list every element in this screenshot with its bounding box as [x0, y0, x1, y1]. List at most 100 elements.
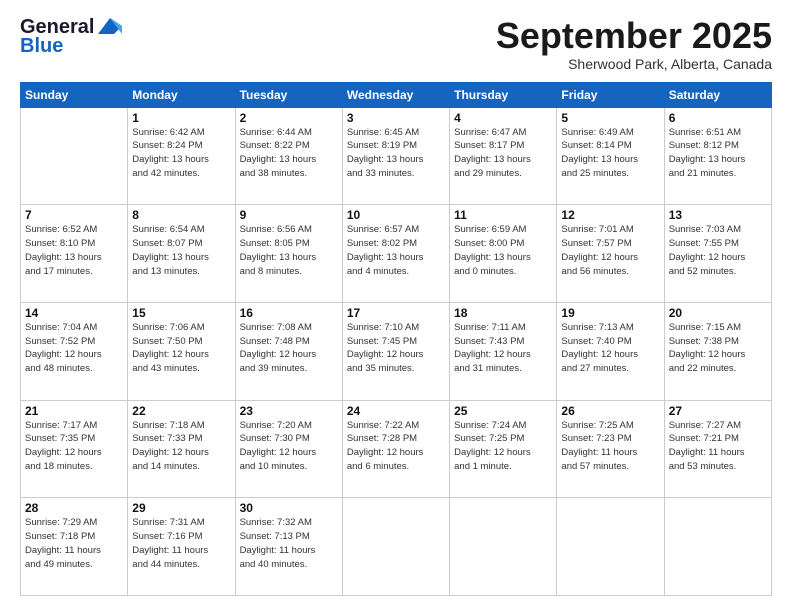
day-number: 10 [347, 208, 445, 222]
day-info: Sunrise: 7:15 AM Sunset: 7:38 PM Dayligh… [669, 321, 767, 376]
header-row: Sunday Monday Tuesday Wednesday Thursday… [21, 82, 772, 107]
day-cell: 24Sunrise: 7:22 AM Sunset: 7:28 PM Dayli… [342, 400, 449, 498]
col-monday: Monday [128, 82, 235, 107]
day-cell: 12Sunrise: 7:01 AM Sunset: 7:57 PM Dayli… [557, 205, 664, 303]
day-cell: 7Sunrise: 6:52 AM Sunset: 8:10 PM Daylig… [21, 205, 128, 303]
day-number: 29 [132, 501, 230, 515]
day-cell: 18Sunrise: 7:11 AM Sunset: 7:43 PM Dayli… [450, 302, 557, 400]
day-info: Sunrise: 7:11 AM Sunset: 7:43 PM Dayligh… [454, 321, 552, 376]
day-info: Sunrise: 7:03 AM Sunset: 7:55 PM Dayligh… [669, 223, 767, 278]
title-block: September 2025 Sherwood Park, Alberta, C… [496, 16, 772, 72]
day-cell: 19Sunrise: 7:13 AM Sunset: 7:40 PM Dayli… [557, 302, 664, 400]
day-info: Sunrise: 6:49 AM Sunset: 8:14 PM Dayligh… [561, 126, 659, 181]
day-cell: 15Sunrise: 7:06 AM Sunset: 7:50 PM Dayli… [128, 302, 235, 400]
col-thursday: Thursday [450, 82, 557, 107]
day-cell: 10Sunrise: 6:57 AM Sunset: 8:02 PM Dayli… [342, 205, 449, 303]
day-info: Sunrise: 6:42 AM Sunset: 8:24 PM Dayligh… [132, 126, 230, 181]
day-number: 23 [240, 404, 338, 418]
day-number: 19 [561, 306, 659, 320]
day-cell [342, 498, 449, 596]
day-cell [557, 498, 664, 596]
week-row-3: 14Sunrise: 7:04 AM Sunset: 7:52 PM Dayli… [21, 302, 772, 400]
day-cell: 16Sunrise: 7:08 AM Sunset: 7:48 PM Dayli… [235, 302, 342, 400]
day-number: 27 [669, 404, 767, 418]
col-sunday: Sunday [21, 82, 128, 107]
day-number: 13 [669, 208, 767, 222]
day-info: Sunrise: 7:25 AM Sunset: 7:23 PM Dayligh… [561, 419, 659, 474]
day-cell: 9Sunrise: 6:56 AM Sunset: 8:05 PM Daylig… [235, 205, 342, 303]
day-number: 1 [132, 111, 230, 125]
day-cell: 5Sunrise: 6:49 AM Sunset: 8:14 PM Daylig… [557, 107, 664, 205]
day-cell: 3Sunrise: 6:45 AM Sunset: 8:19 PM Daylig… [342, 107, 449, 205]
day-info: Sunrise: 6:47 AM Sunset: 8:17 PM Dayligh… [454, 126, 552, 181]
day-cell: 26Sunrise: 7:25 AM Sunset: 7:23 PM Dayli… [557, 400, 664, 498]
day-cell: 6Sunrise: 6:51 AM Sunset: 8:12 PM Daylig… [664, 107, 771, 205]
day-info: Sunrise: 7:32 AM Sunset: 7:13 PM Dayligh… [240, 516, 338, 571]
day-cell: 8Sunrise: 6:54 AM Sunset: 8:07 PM Daylig… [128, 205, 235, 303]
day-cell [21, 107, 128, 205]
day-info: Sunrise: 7:31 AM Sunset: 7:16 PM Dayligh… [132, 516, 230, 571]
day-info: Sunrise: 6:57 AM Sunset: 8:02 PM Dayligh… [347, 223, 445, 278]
day-info: Sunrise: 7:04 AM Sunset: 7:52 PM Dayligh… [25, 321, 123, 376]
day-info: Sunrise: 6:56 AM Sunset: 8:05 PM Dayligh… [240, 223, 338, 278]
day-number: 16 [240, 306, 338, 320]
week-row-1: 1Sunrise: 6:42 AM Sunset: 8:24 PM Daylig… [21, 107, 772, 205]
day-info: Sunrise: 7:22 AM Sunset: 7:28 PM Dayligh… [347, 419, 445, 474]
day-cell: 25Sunrise: 7:24 AM Sunset: 7:25 PM Dayli… [450, 400, 557, 498]
day-cell: 17Sunrise: 7:10 AM Sunset: 7:45 PM Dayli… [342, 302, 449, 400]
header: General Blue September 2025 Sherwood Par… [20, 16, 772, 72]
day-cell: 2Sunrise: 6:44 AM Sunset: 8:22 PM Daylig… [235, 107, 342, 205]
col-saturday: Saturday [664, 82, 771, 107]
day-number: 17 [347, 306, 445, 320]
day-number: 7 [25, 208, 123, 222]
day-number: 26 [561, 404, 659, 418]
day-number: 28 [25, 501, 123, 515]
day-number: 22 [132, 404, 230, 418]
day-info: Sunrise: 6:51 AM Sunset: 8:12 PM Dayligh… [669, 126, 767, 181]
logo-blue: Blue [20, 35, 63, 58]
day-cell: 28Sunrise: 7:29 AM Sunset: 7:18 PM Dayli… [21, 498, 128, 596]
day-info: Sunrise: 7:24 AM Sunset: 7:25 PM Dayligh… [454, 419, 552, 474]
day-cell: 23Sunrise: 7:20 AM Sunset: 7:30 PM Dayli… [235, 400, 342, 498]
day-info: Sunrise: 7:13 AM Sunset: 7:40 PM Dayligh… [561, 321, 659, 376]
day-info: Sunrise: 7:17 AM Sunset: 7:35 PM Dayligh… [25, 419, 123, 474]
day-number: 6 [669, 111, 767, 125]
day-cell: 11Sunrise: 6:59 AM Sunset: 8:00 PM Dayli… [450, 205, 557, 303]
day-number: 25 [454, 404, 552, 418]
day-info: Sunrise: 7:01 AM Sunset: 7:57 PM Dayligh… [561, 223, 659, 278]
day-number: 14 [25, 306, 123, 320]
day-cell: 30Sunrise: 7:32 AM Sunset: 7:13 PM Dayli… [235, 498, 342, 596]
day-info: Sunrise: 6:59 AM Sunset: 8:00 PM Dayligh… [454, 223, 552, 278]
col-friday: Friday [557, 82, 664, 107]
day-info: Sunrise: 7:20 AM Sunset: 7:30 PM Dayligh… [240, 419, 338, 474]
day-cell: 20Sunrise: 7:15 AM Sunset: 7:38 PM Dayli… [664, 302, 771, 400]
day-number: 9 [240, 208, 338, 222]
logo-icon [96, 16, 124, 36]
day-info: Sunrise: 7:27 AM Sunset: 7:21 PM Dayligh… [669, 419, 767, 474]
day-info: Sunrise: 7:06 AM Sunset: 7:50 PM Dayligh… [132, 321, 230, 376]
calendar-page: General Blue September 2025 Sherwood Par… [0, 0, 792, 612]
day-number: 15 [132, 306, 230, 320]
calendar-table: Sunday Monday Tuesday Wednesday Thursday… [20, 82, 772, 596]
day-number: 12 [561, 208, 659, 222]
week-row-4: 21Sunrise: 7:17 AM Sunset: 7:35 PM Dayli… [21, 400, 772, 498]
day-info: Sunrise: 6:44 AM Sunset: 8:22 PM Dayligh… [240, 126, 338, 181]
day-info: Sunrise: 6:52 AM Sunset: 8:10 PM Dayligh… [25, 223, 123, 278]
week-row-2: 7Sunrise: 6:52 AM Sunset: 8:10 PM Daylig… [21, 205, 772, 303]
day-info: Sunrise: 7:08 AM Sunset: 7:48 PM Dayligh… [240, 321, 338, 376]
day-number: 11 [454, 208, 552, 222]
week-row-5: 28Sunrise: 7:29 AM Sunset: 7:18 PM Dayli… [21, 498, 772, 596]
day-number: 3 [347, 111, 445, 125]
day-cell: 22Sunrise: 7:18 AM Sunset: 7:33 PM Dayli… [128, 400, 235, 498]
day-info: Sunrise: 6:54 AM Sunset: 8:07 PM Dayligh… [132, 223, 230, 278]
col-tuesday: Tuesday [235, 82, 342, 107]
day-cell: 13Sunrise: 7:03 AM Sunset: 7:55 PM Dayli… [664, 205, 771, 303]
day-number: 2 [240, 111, 338, 125]
day-cell: 1Sunrise: 6:42 AM Sunset: 8:24 PM Daylig… [128, 107, 235, 205]
day-cell: 21Sunrise: 7:17 AM Sunset: 7:35 PM Dayli… [21, 400, 128, 498]
day-info: Sunrise: 7:29 AM Sunset: 7:18 PM Dayligh… [25, 516, 123, 571]
day-cell: 27Sunrise: 7:27 AM Sunset: 7:21 PM Dayli… [664, 400, 771, 498]
day-number: 8 [132, 208, 230, 222]
month-title: September 2025 [496, 16, 772, 56]
day-cell [450, 498, 557, 596]
